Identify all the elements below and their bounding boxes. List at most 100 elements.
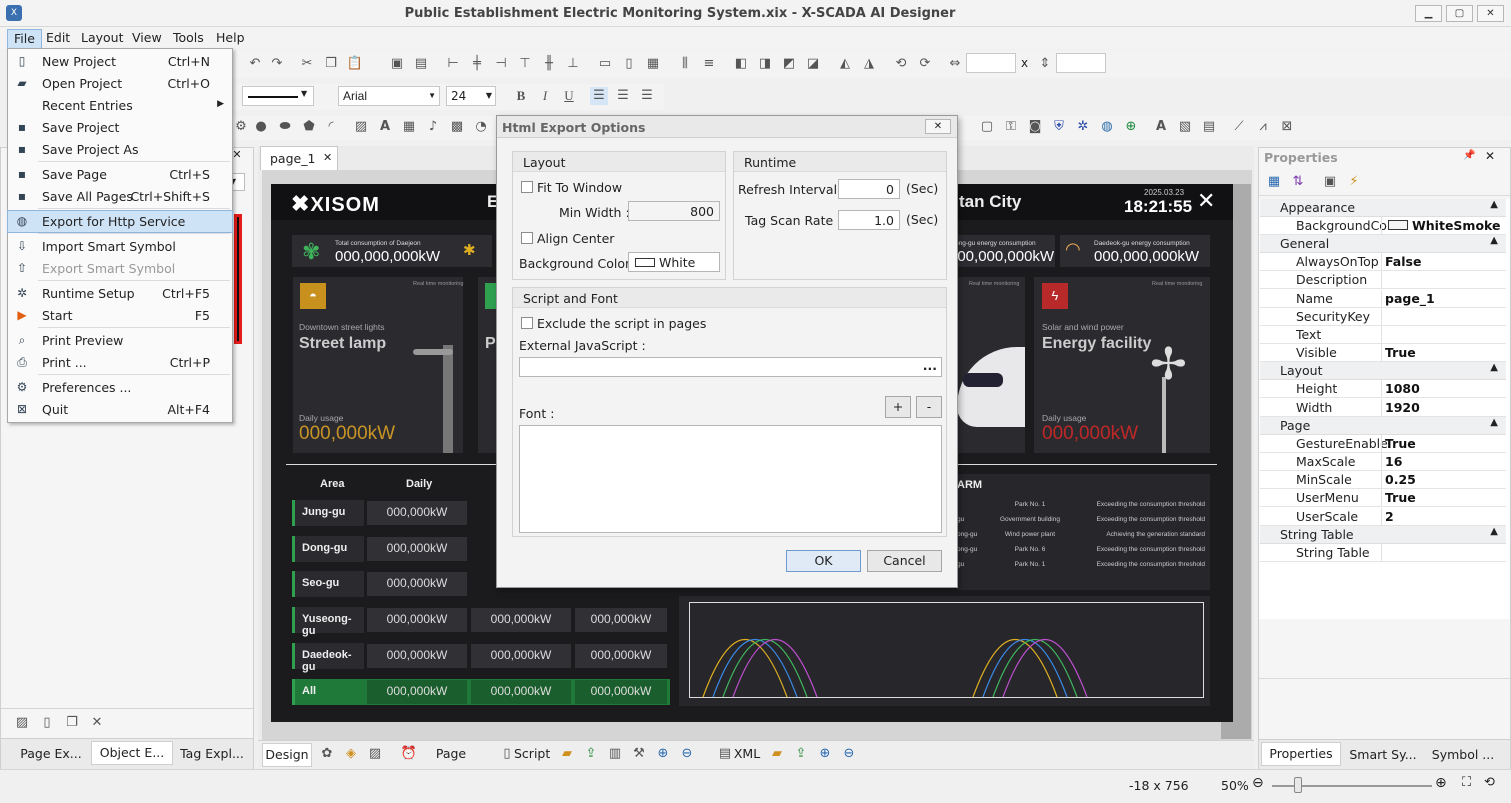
align-bottom-icon[interactable]: ⊥	[564, 55, 582, 73]
export-script-icon[interactable]: ⇪	[582, 745, 600, 763]
image-tool-icon[interactable]: ▨	[352, 118, 370, 136]
align-left-icon[interactable]: ⊢	[444, 55, 462, 73]
collapse-icon[interactable]: ▲	[1490, 235, 1498, 246]
property-row[interactable]: MaxScale 16	[1260, 453, 1506, 471]
tab-page-explorer[interactable]: Page Ex...	[11, 743, 91, 767]
property-row[interactable]: Text	[1260, 326, 1506, 344]
align-top-icon[interactable]: ⊤	[516, 55, 534, 73]
collapse-icon[interactable]: ▲	[1490, 199, 1498, 210]
align-center-icon[interactable]: ╪	[468, 55, 486, 73]
cancel-button[interactable]: Cancel	[867, 550, 942, 572]
tab-page-alarm[interactable]: Page Alarm	[418, 743, 484, 783]
redo-icon[interactable]: ↷	[268, 55, 286, 73]
menu-item-save-project[interactable]: ▪ Save Project	[8, 117, 232, 138]
tab-script[interactable]: Script	[514, 743, 550, 767]
script-table-icon[interactable]: ▥	[606, 745, 624, 763]
bg-color-picker[interactable]: White	[628, 252, 720, 272]
dialog-close-button[interactable]: ✕	[925, 119, 951, 134]
align-middle-icon[interactable]: ╫	[540, 55, 558, 73]
text-align-right-icon[interactable]: ☰	[638, 87, 656, 105]
tab-object-explorer[interactable]: Object E...	[91, 741, 173, 765]
ok-button[interactable]: OK	[786, 550, 861, 572]
ungroup-icon[interactable]: ▤	[412, 55, 430, 73]
tools-icon[interactable]: ✿	[318, 745, 336, 763]
tab-smart-symbol[interactable]: Smart Sy...	[1343, 744, 1423, 768]
line-style-select[interactable]: ▼	[242, 86, 314, 106]
min-width-input[interactable]: 800	[628, 201, 720, 221]
paste-icon[interactable]: 📋	[346, 55, 364, 73]
property-category[interactable]: Page ▲	[1260, 416, 1506, 435]
menu-view[interactable]: View	[126, 29, 168, 48]
text-align-center-icon[interactable]: ☰	[614, 87, 632, 105]
collapse-icon[interactable]: ▲	[1490, 526, 1498, 537]
properties-close-icon[interactable]: ✕	[1485, 149, 1495, 163]
distribute-h-icon[interactable]: ⫼	[676, 55, 694, 73]
property-pages-icon[interactable]: ▣	[1321, 173, 1339, 191]
tab-properties[interactable]: Properties	[1261, 742, 1341, 766]
zoom-in-button[interactable]: ⊕	[1435, 775, 1447, 791]
italic-icon[interactable]: I	[536, 87, 554, 105]
menu-item-import-smart-symbol[interactable]: ⇩ Import Smart Symbol	[8, 236, 232, 257]
tab-tag-explorer[interactable]: Tag Expl...	[173, 743, 251, 767]
property-row[interactable]: AlwaysOnTop False	[1260, 253, 1506, 272]
tab-symbol[interactable]: Symbol ...	[1423, 744, 1503, 768]
lock-tool-icon[interactable]: ⚿	[1002, 118, 1020, 136]
distribute-v-icon[interactable]: ≡	[700, 55, 718, 73]
menu-item-new-project[interactable]: ▯ New Project Ctrl+N	[8, 51, 232, 72]
remove-font-button[interactable]: -	[916, 396, 942, 418]
cut-icon[interactable]: ✂	[298, 55, 316, 73]
flip-v-icon[interactable]: ◮	[860, 55, 878, 73]
xml-zoom-out-icon[interactable]: ⊖	[840, 745, 858, 763]
label-tool-icon[interactable]: A	[1152, 118, 1170, 136]
sort-az-icon[interactable]: ⇅	[1289, 173, 1307, 191]
camera-tool-icon[interactable]: ◙	[1026, 118, 1044, 136]
text-tool-icon[interactable]: A	[376, 118, 394, 136]
property-category[interactable]: Layout ▲	[1260, 362, 1506, 381]
xml-zoom-in-icon[interactable]: ⊕	[816, 745, 834, 763]
add-font-button[interactable]: +	[885, 396, 911, 418]
forward-icon[interactable]: ◩	[780, 55, 798, 73]
delete-page-icon[interactable]: ✕	[88, 714, 106, 732]
same-size-icon[interactable]: ▦	[644, 55, 662, 73]
frame-tool-icon[interactable]: ▢	[978, 118, 996, 136]
tab-page-1[interactable]: page_1 ✕	[260, 146, 338, 170]
rotate-left-icon[interactable]: ⟲	[892, 55, 910, 73]
settings-tool-icon[interactable]: ✲	[1074, 118, 1092, 136]
table-tool-icon[interactable]: ▤	[1200, 118, 1218, 136]
flip-h-icon[interactable]: ◭	[836, 55, 854, 73]
copy-page-icon[interactable]: ❐	[63, 714, 81, 732]
zoom-out-icon[interactable]: ⊖	[678, 745, 696, 763]
group-icon[interactable]: ▣	[388, 55, 406, 73]
trend-tool-icon[interactable]: ⟋	[1230, 118, 1248, 136]
menu-item-save-all-pages[interactable]: ▪ Save All Pages Ctrl+Shift+S	[8, 186, 232, 207]
menu-item-preferences[interactable]: ⚙ Preferences ...	[8, 377, 232, 398]
menu-item-print[interactable]: ⎙ Print ... Ctrl+P	[8, 352, 232, 373]
circle-shape-icon[interactable]: ●	[252, 118, 270, 136]
height-input[interactable]	[1056, 53, 1106, 73]
collapse-icon[interactable]: ▲	[1490, 417, 1498, 428]
property-row[interactable]: Height 1080	[1260, 380, 1506, 399]
polygon-shape-icon[interactable]: ⬟	[300, 118, 318, 136]
open-xml-icon[interactable]: ▰	[768, 745, 786, 763]
zoom-out-button[interactable]: ⊖	[1252, 775, 1264, 791]
chart-tool-icon[interactable]: ▩	[448, 118, 466, 136]
align-center-checkbox[interactable]	[521, 232, 533, 244]
property-category[interactable]: Appearance ▲	[1260, 199, 1506, 217]
property-row[interactable]: SecurityKey	[1260, 307, 1506, 326]
graph-tool-icon[interactable]: ⩘	[1254, 118, 1272, 136]
menu-item-runtime-setup[interactable]: ✲ Runtime Setup Ctrl+F5	[8, 283, 232, 304]
reset-zoom-icon[interactable]: ⟲	[1484, 775, 1495, 790]
font-size-select[interactable]: 24 ▼	[446, 86, 496, 106]
same-width-icon[interactable]: ▭	[596, 55, 614, 73]
categorized-icon[interactable]: ▦	[1265, 173, 1283, 191]
maximize-button[interactable]: ▢	[1446, 5, 1473, 22]
tag-icon[interactable]: ◈	[342, 745, 360, 763]
menu-item-export-for-http-service[interactable]: ◍ Export for Http Service	[7, 210, 233, 233]
property-row[interactable]: Visible True	[1260, 344, 1506, 363]
tab-design[interactable]: Design	[262, 743, 312, 767]
exclude-script-checkbox[interactable]	[521, 317, 533, 329]
property-row[interactable]: String Table	[1260, 543, 1506, 562]
rotate-right-icon[interactable]: ⟳	[916, 55, 934, 73]
zoom-in-icon[interactable]: ⊕	[654, 745, 672, 763]
menu-item-print-preview[interactable]: ⌕ Print Preview	[8, 330, 232, 351]
